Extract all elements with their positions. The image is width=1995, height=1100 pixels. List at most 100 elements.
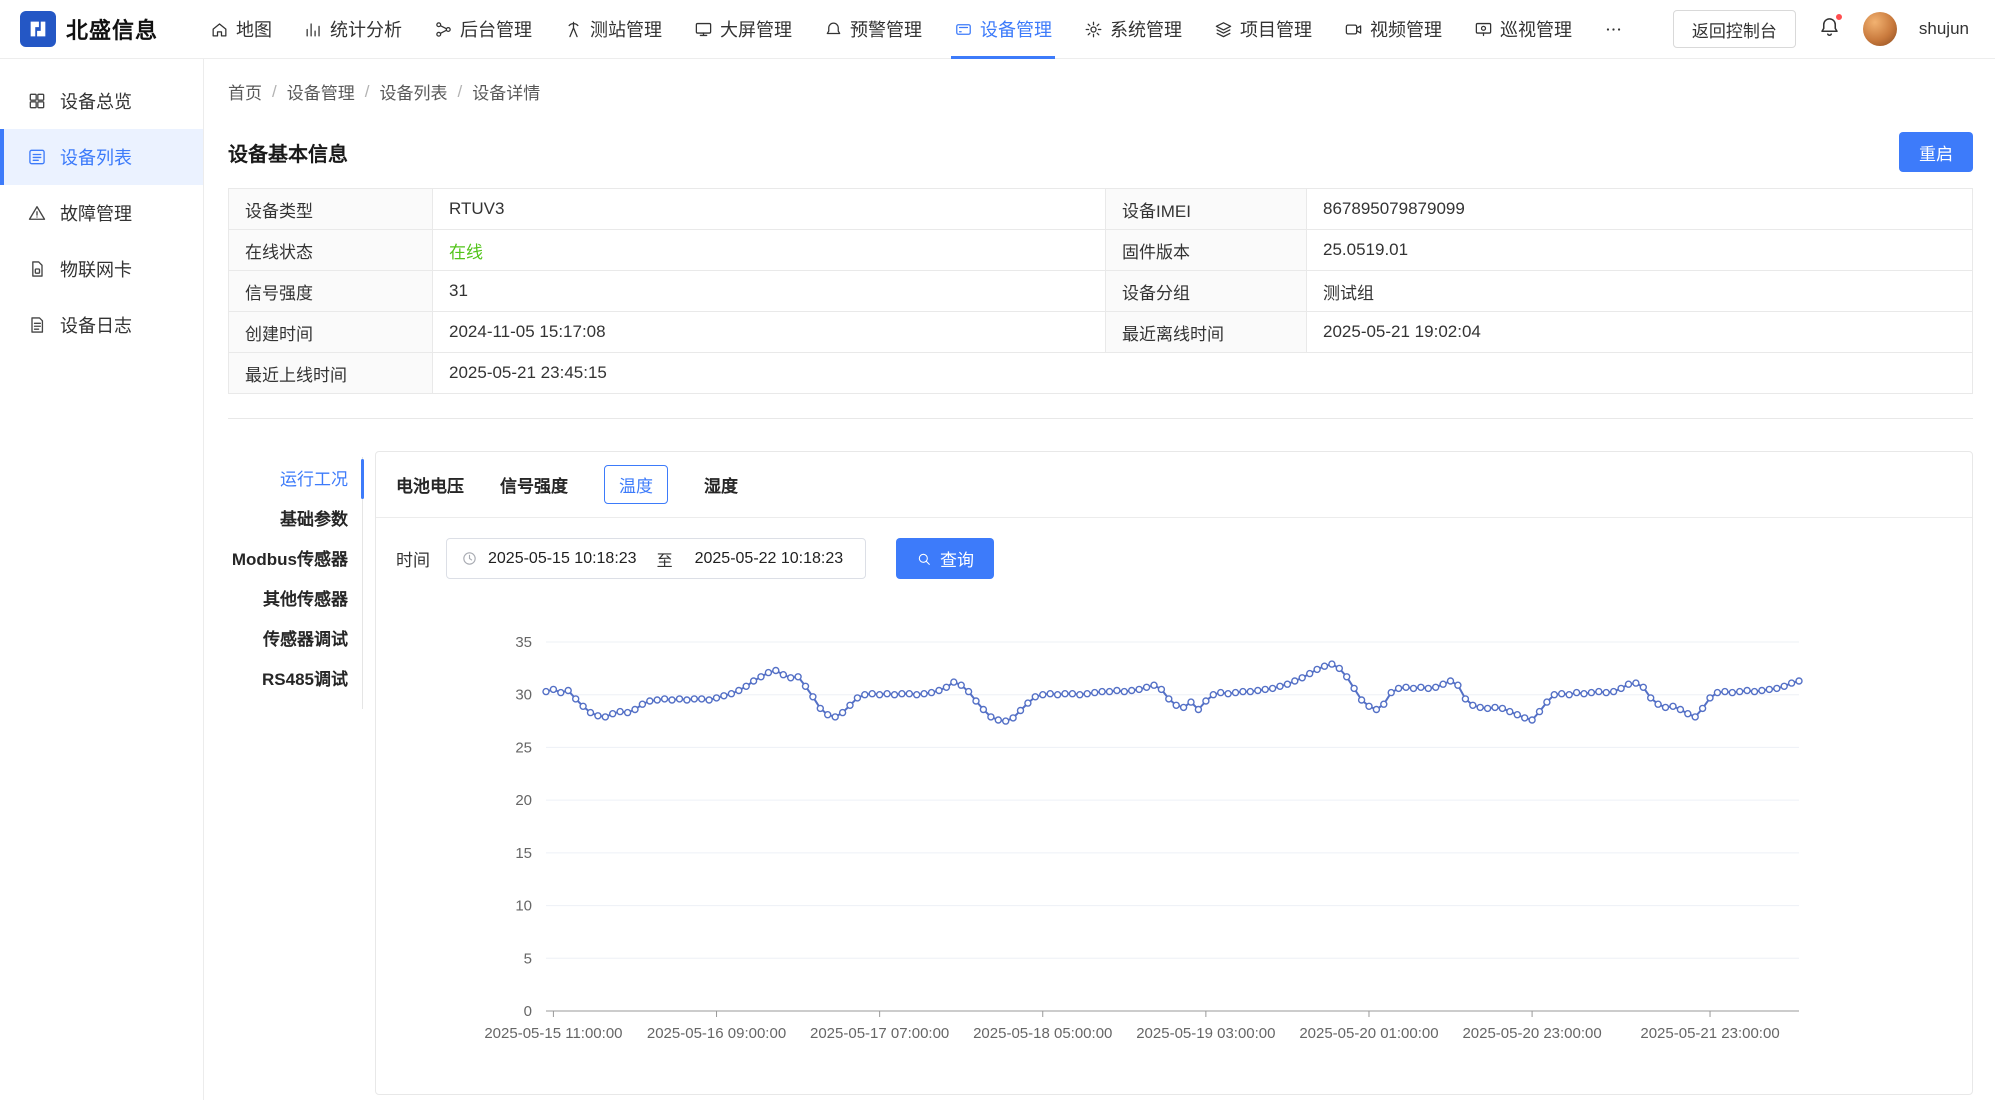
search-icon xyxy=(916,551,932,567)
main-content: 首页/设备管理/设备列表/设备详情 设备基本信息 重启 设备类型RTUV3设备I… xyxy=(204,59,1995,1100)
nav-item-patrol[interactable]: 巡视管理 xyxy=(1458,0,1588,59)
nav-item-more[interactable] xyxy=(1588,0,1639,59)
left-tab[interactable]: RS485调试 xyxy=(228,657,348,697)
query-button-label: 查询 xyxy=(940,546,974,571)
restart-button[interactable]: 重启 xyxy=(1899,132,1973,172)
svg-text:25: 25 xyxy=(515,739,532,756)
notification-bell-icon[interactable] xyxy=(1818,15,1841,43)
sidebar-item-label: 设备列表 xyxy=(60,144,132,170)
info-value: 在线 xyxy=(433,230,1106,271)
breadcrumb-separator: / xyxy=(272,82,277,102)
info-row: 设备类型RTUV3设备IMEI867895079879099 xyxy=(229,189,1973,230)
left-tab[interactable]: 基础参数 xyxy=(228,497,348,537)
svg-text:15: 15 xyxy=(515,845,532,862)
nav-item-device[interactable]: 设备管理 xyxy=(938,0,1068,59)
breadcrumb-item[interactable]: 设备管理 xyxy=(287,79,355,104)
metric-tab[interactable]: 电池电压 xyxy=(396,465,464,504)
left-tab[interactable]: 传感器调试 xyxy=(228,617,348,657)
svg-text:2025-05-18 05:00:00: 2025-05-18 05:00:00 xyxy=(973,1025,1112,1042)
nav-item-home[interactable]: 地图 xyxy=(194,0,288,59)
log-icon xyxy=(27,315,47,335)
svg-text:10: 10 xyxy=(515,898,532,915)
section-title: 设备基本信息 xyxy=(228,138,348,167)
more-icon xyxy=(1604,20,1623,39)
video-icon xyxy=(1344,20,1363,39)
left-tabs-divider xyxy=(362,457,363,709)
metric-tabs: 电池电压信号强度温度湿度 xyxy=(376,452,1972,518)
sidebar-item-fault[interactable]: 故障管理 xyxy=(0,185,203,241)
nav-item-video[interactable]: 视频管理 xyxy=(1328,0,1458,59)
app-root: 北盛信息 地图统计分析后台管理测站管理大屏管理预警管理设备管理系统管理项目管理视… xyxy=(0,0,1995,1100)
nav-item-label: 视频管理 xyxy=(1370,16,1442,42)
svg-text:2025-05-19 03:00:00: 2025-05-19 03:00:00 xyxy=(1136,1025,1275,1042)
sidebar-item-label: 故障管理 xyxy=(60,200,132,226)
main-nav: 地图 统计分析后台管理 测站管理 大屏管理 预警管理设备管理系统管理 项目管理 视频管理巡视… xyxy=(194,0,1639,59)
sidebar-item-list[interactable]: 设备列表 xyxy=(0,129,203,185)
station-icon xyxy=(564,20,583,39)
nav-item-label: 统计分析 xyxy=(330,16,402,42)
svg-text:2025-05-16 09:00:00: 2025-05-16 09:00:00 xyxy=(647,1025,786,1042)
left-tab[interactable]: Modbus传感器 xyxy=(228,537,348,577)
svg-text:2025-05-17 07:00:00: 2025-05-17 07:00:00 xyxy=(810,1025,949,1042)
info-row: 创建时间2024-11-05 15:17:08最近离线时间2025-05-21 … xyxy=(229,312,1973,353)
return-console-button[interactable]: 返回控制台 xyxy=(1673,10,1796,48)
nav-item-label: 测站管理 xyxy=(590,16,662,42)
sidebar-item-log[interactable]: 设备日志 xyxy=(0,297,203,353)
nav-item-stats[interactable]: 统计分析 xyxy=(288,0,418,59)
info-value: 2025-05-21 23:45:15 xyxy=(433,353,1973,394)
sidebar-item-overview[interactable]: 设备总览 xyxy=(0,73,203,129)
device-info-table: 设备类型RTUV3设备IMEI867895079879099在线状态在线固件版本… xyxy=(228,188,1973,394)
info-label: 设备IMEI xyxy=(1106,189,1307,230)
temperature-line-chart: 051015202530352025-05-15 11:00:002025-05… xyxy=(376,597,1966,1067)
project-icon xyxy=(1214,20,1233,39)
date-range-input[interactable]: 2025-05-15 10:18:23 至 2025-05-22 10:18:2… xyxy=(446,538,866,579)
info-value: 2025-05-21 19:02:04 xyxy=(1307,312,1973,353)
info-label: 设备分组 xyxy=(1106,271,1307,312)
nav-item-gear[interactable]: 系统管理 xyxy=(1068,0,1198,59)
notification-dot xyxy=(1834,12,1844,22)
left-tab[interactable]: 运行工况 xyxy=(228,457,348,497)
section-divider xyxy=(228,418,1973,419)
breadcrumb-separator: / xyxy=(365,82,370,102)
backend-icon xyxy=(434,20,453,39)
sidebar-item-simcard[interactable]: 物联网卡 xyxy=(0,241,203,297)
layout: 设备总览设备列表故障管理物联网卡设备日志 首页/设备管理/设备列表/设备详情 设… xyxy=(0,59,1995,1100)
home-icon xyxy=(210,20,229,39)
tab-content-card: 电池电压信号强度温度湿度 时间 2025-05-15 10:18:23 至 20… xyxy=(375,451,1973,1095)
info-label: 最近离线时间 xyxy=(1106,312,1307,353)
nav-item-screen[interactable]: 大屏管理 xyxy=(678,0,808,59)
metric-tab[interactable]: 温度 xyxy=(604,465,668,504)
nav-item-backend[interactable]: 后台管理 xyxy=(418,0,548,59)
filter-row: 时间 2025-05-15 10:18:23 至 2025-05-22 10:1… xyxy=(396,538,1972,579)
avatar[interactable] xyxy=(1863,12,1897,46)
breadcrumb-item[interactable]: 首页 xyxy=(228,79,262,104)
metric-tab[interactable]: 信号强度 xyxy=(500,465,568,504)
nav-item-label: 预警管理 xyxy=(850,16,922,42)
info-label: 最近上线时间 xyxy=(229,353,433,394)
info-value: 31 xyxy=(433,271,1106,312)
metric-tab[interactable]: 湿度 xyxy=(704,465,738,504)
fault-icon xyxy=(27,203,47,223)
brand-name: 北盛信息 xyxy=(66,13,158,45)
info-label: 信号强度 xyxy=(229,271,433,312)
info-value: 867895079879099 xyxy=(1307,189,1973,230)
lower-section: 运行工况基础参数Modbus传感器其他传感器传感器调试RS485调试 电池电压信… xyxy=(228,451,1973,1095)
nav-item-alert[interactable]: 预警管理 xyxy=(808,0,938,59)
info-label: 创建时间 xyxy=(229,312,433,353)
range-separator: 至 xyxy=(657,547,673,571)
left-tab[interactable]: 其他传感器 xyxy=(228,577,348,617)
query-button[interactable]: 查询 xyxy=(896,538,994,579)
info-row: 最近上线时间2025-05-21 23:45:15 xyxy=(229,353,1973,394)
svg-text:30: 30 xyxy=(515,687,532,704)
stats-icon xyxy=(304,20,323,39)
nav-item-project[interactable]: 项目管理 xyxy=(1198,0,1328,59)
svg-text:2025-05-21 23:00:00: 2025-05-21 23:00:00 xyxy=(1640,1025,1779,1042)
svg-text:0: 0 xyxy=(524,1003,532,1020)
nav-item-station[interactable]: 测站管理 xyxy=(548,0,678,59)
nav-item-label: 大屏管理 xyxy=(720,16,792,42)
nav-item-label: 项目管理 xyxy=(1240,16,1312,42)
breadcrumb-item[interactable]: 设备列表 xyxy=(379,79,447,104)
range-start-value: 2025-05-15 10:18:23 xyxy=(488,550,637,568)
alert-icon xyxy=(824,20,843,39)
breadcrumb-separator: / xyxy=(457,82,462,102)
